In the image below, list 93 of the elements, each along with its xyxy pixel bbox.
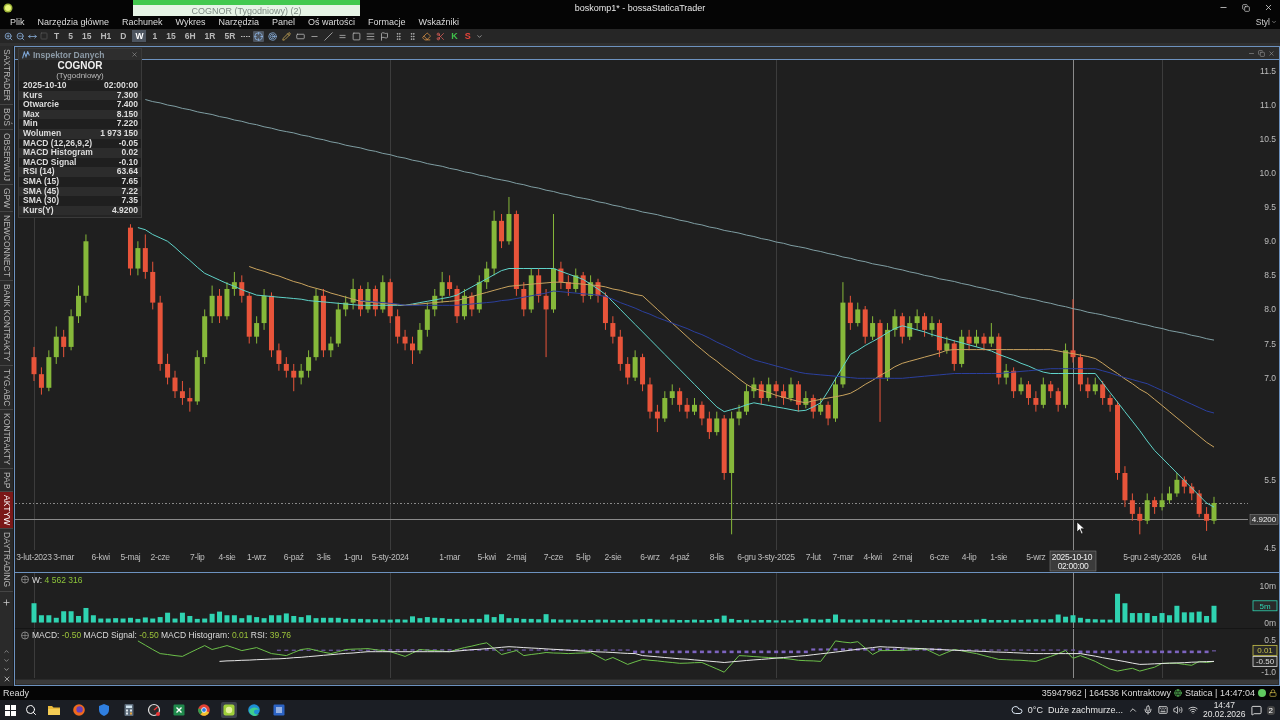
field-value: -0.10 — [118, 157, 138, 168]
field-label: 2025-10-10 — [23, 81, 67, 91]
volume-legend: W: 4 562 316 — [32, 575, 83, 585]
field-value: 7.65 — [121, 176, 138, 187]
axis-label: 9.5 — [1264, 202, 1276, 213]
axis-label: 6-paź — [283, 552, 304, 562]
axis-label: 6-kwi — [91, 552, 110, 562]
axis-label: 4-lip — [961, 552, 977, 562]
field-label: MACD Histogram — [23, 148, 93, 158]
axis-label: 4.5 — [1264, 542, 1276, 553]
field-value: 7.35 — [121, 196, 138, 206]
field-label: SMA (30) — [23, 196, 60, 206]
axis-label: 5-wrz — [1026, 552, 1046, 562]
axis-label: 3-mar — [53, 552, 75, 562]
value-tag: 0.01 — [1252, 644, 1278, 656]
field-value: 1 973 150 — [100, 128, 138, 139]
axis-label: 11.5 — [1260, 65, 1276, 76]
field-label: Wolumen — [23, 128, 62, 139]
axis-label: 5-kwi — [477, 552, 496, 562]
axis-label: 1-wrz — [247, 552, 267, 562]
session-info: Statica | 14:47:04 — [1185, 688, 1255, 698]
field-label: Max — [23, 109, 40, 119]
field-value: 7.220 — [116, 119, 138, 129]
axis-label: 6-wrz — [640, 552, 660, 562]
axis-label: 6-gru — [737, 552, 756, 562]
axis-label: 3-sty-2025 — [757, 552, 795, 562]
crosshair-date-label: 2025-10-10 02:00:00 — [1049, 550, 1097, 572]
field-label: Kurs — [23, 90, 43, 100]
axis-label: 7-cze — [543, 552, 564, 562]
field-label: MACD (12,26,9,2) — [23, 138, 92, 149]
axis-label: 7.0 — [1264, 372, 1276, 383]
axis-label: 7-lut — [805, 552, 821, 562]
axis-label: 2-sie — [604, 552, 622, 562]
axis-label: 10.0 — [1259, 168, 1276, 179]
axis-label: 10.5 — [1259, 134, 1276, 145]
axis-label: 7.5 — [1264, 338, 1276, 349]
axis-label: 5-sty-2024 — [371, 552, 409, 562]
axis-label: 5-gru — [1123, 552, 1142, 562]
axis-label: 3-lis — [316, 552, 331, 562]
axis-label: 5-lip — [575, 552, 591, 562]
field-label: Kurs(Y) — [23, 205, 54, 216]
axis-label: 1-gru — [343, 552, 363, 562]
field-value: 7.300 — [116, 90, 138, 101]
axis-label: 1-mar — [439, 552, 460, 562]
axis-label: 9.0 — [1264, 236, 1276, 247]
status-text: Ready — [3, 688, 29, 698]
field-label: RSI (14) — [23, 167, 55, 177]
axis-label: 2-maj — [892, 552, 913, 562]
window-title: boskomp1* - bossaStaticaTrader — [574, 2, 706, 13]
instrument-name: COGNOR — [56, 60, 104, 71]
axis-label: 10m — [1259, 581, 1276, 592]
account-info: 35947962 | 164536 Kontraktowy — [1041, 688, 1172, 698]
axis-label: 4-sie — [218, 552, 236, 562]
axis-label: 0.5 — [1264, 634, 1276, 645]
axis-label: 2-cze — [150, 552, 170, 562]
field-value: 0.02 — [121, 148, 138, 158]
axis-label: 8-lis — [709, 552, 724, 562]
axis-label: 11.0 — [1260, 100, 1276, 110]
field-label: SMA (15) — [23, 176, 60, 187]
value-tag: -0.50 — [1252, 656, 1278, 667]
axis-label: 8.0 — [1264, 304, 1276, 315]
field-label: Otwarcie — [23, 100, 59, 110]
axis-label: 2-maj — [506, 552, 527, 562]
interval-text: (Tygodniowy) — [55, 71, 105, 80]
field-value: 02:00:00 — [103, 81, 138, 91]
axis-label: 5-maj — [120, 552, 141, 562]
notification-count: 2 — [1266, 705, 1275, 715]
axis-label: 7-lip — [190, 552, 205, 562]
field-value: 63.64 — [116, 167, 138, 177]
field-value: 7.22 — [121, 186, 138, 197]
axis-label: 4-kwi — [863, 552, 882, 562]
axis-label: 6-lut — [1191, 552, 1207, 562]
axis-label: 0m — [1264, 617, 1276, 628]
axis-label: 1-sie — [990, 552, 1008, 562]
axis-label: 8.5 — [1264, 270, 1276, 281]
axis-label: 3-lut-2023 — [16, 552, 52, 562]
field-label: MACD Signal — [23, 157, 77, 168]
field-label: Min — [23, 119, 38, 129]
indicator-legend: MACD: -0.50 MACD Signal: -0.50 MACD Histogram: 0.01 RSI: 39.76 — [32, 630, 291, 640]
axis-label: 4-paź — [669, 552, 690, 562]
axis-label: 2-sty-2026 — [1143, 552, 1181, 562]
field-value: -0.05 — [118, 138, 138, 149]
axis-label: 6-cze — [929, 552, 950, 562]
axis-label: 5.5 — [1264, 474, 1276, 485]
field-value: 4.9200 — [112, 205, 138, 216]
field-value: 8.150 — [116, 109, 138, 120]
field-label: SMA (45) — [23, 186, 60, 197]
value-tag: 5m — [1252, 600, 1278, 612]
panel-title: Inspektor Danych — [33, 49, 106, 60]
axis-label: 7-mar — [832, 552, 854, 562]
crosshair-price-label: 4.9200 — [1249, 514, 1279, 525]
field-value: 7.400 — [116, 100, 138, 110]
axis-label: -1.0 — [1261, 667, 1276, 678]
